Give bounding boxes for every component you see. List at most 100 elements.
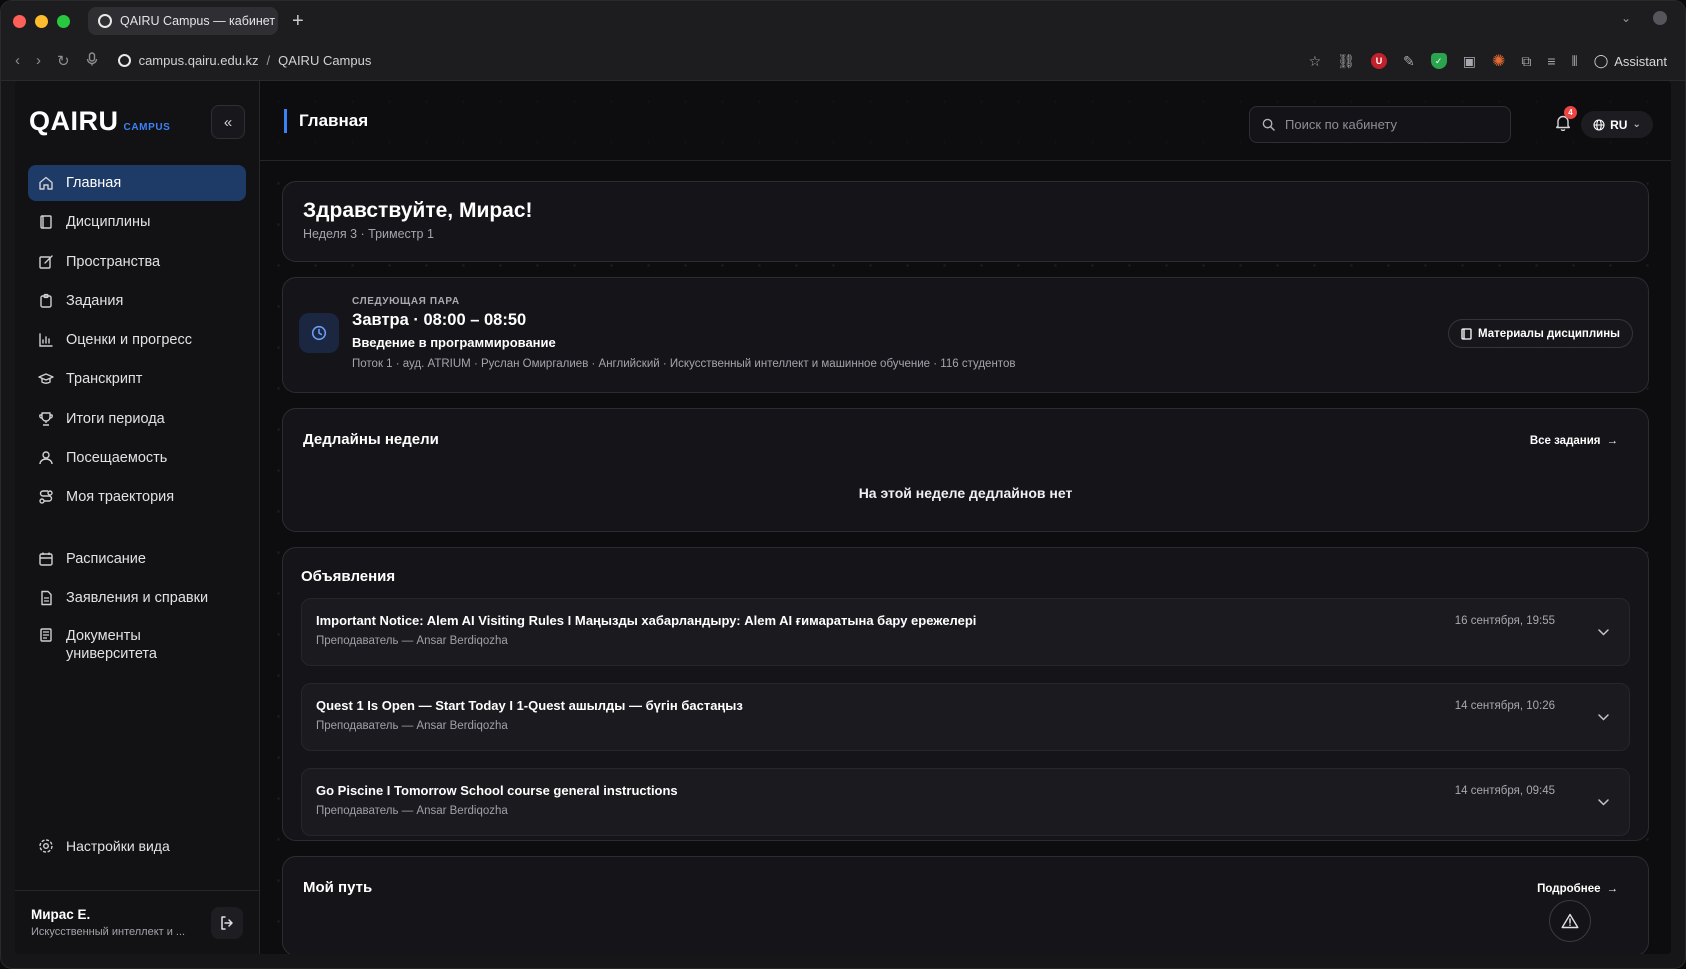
- link-icon[interactable]: ⛓: [1337, 53, 1355, 70]
- chevron-down-icon[interactable]: [1598, 793, 1609, 809]
- announcement-item[interactable]: Important Notice: Alem AI Visiting Rules…: [301, 598, 1630, 666]
- sidebar-item-label: Моя траектория: [66, 489, 175, 506]
- toolbar-extensions: ☆ ⛓ U ✎ ✓ ▣ ✺ ⧉ ≡ ⦀ ◯ Assistant: [1309, 41, 1667, 81]
- sidebar-item-label: Транскрипт: [66, 371, 143, 388]
- route-icon: [39, 490, 53, 505]
- user-name: Мирас Е.: [31, 907, 91, 922]
- next-class-label: СЛЕДУЮЩАЯ ПАРА: [352, 296, 460, 307]
- chevron-down-icon: ⌄: [1632, 119, 1641, 130]
- announcement-author: Преподаватель — Ansar Berdiqozha: [316, 805, 508, 817]
- announcements-title: Объявления: [301, 568, 396, 585]
- next-class-meta: Поток 1 · ауд. ATRIUM · Руслан Омиргалие…: [352, 358, 1016, 370]
- language-selector[interactable]: RU ⌄: [1581, 111, 1653, 138]
- announcement-date: 14 сентября, 09:45: [1454, 785, 1555, 797]
- sidebar-item-a8[interactable]: Моя траектория: [28, 479, 246, 515]
- edit-icon: [39, 254, 53, 269]
- logo-subtitle: CAMPUS: [123, 121, 171, 133]
- browser-tab-title: QAIRU Campus — кабинет с: [120, 14, 278, 28]
- assistant-button[interactable]: ◯ Assistant: [1594, 53, 1667, 69]
- sidebar-item-a2[interactable]: Пространства: [28, 244, 246, 280]
- next-class-card: СЛЕДУЮЩАЯ ПАРА Завтра · 08:00 – 08:50 Вв…: [282, 277, 1649, 393]
- main-content: Главная 4 RU ⌄ Здравствуйте, Мирас!: [260, 81, 1671, 954]
- microphone-icon[interactable]: [86, 51, 98, 70]
- site-favicon-icon: [117, 54, 131, 67]
- deadlines-empty-text: На этой неделе дедлайнов нет: [858, 485, 1073, 501]
- sidebar-item-label: Оценки и прогресс: [66, 332, 192, 349]
- sidebar-item-label: Дисциплины: [66, 214, 151, 231]
- menu-lines-icon[interactable]: ≡: [1547, 53, 1555, 69]
- browser-tab[interactable]: QAIRU Campus — кабинет с: [88, 7, 278, 35]
- double-chevron-left-icon: «: [223, 113, 233, 131]
- extension-badge-icon[interactable]: ▣: [1463, 53, 1476, 70]
- trophy-icon: [39, 412, 53, 426]
- back-icon[interactable]: ‹: [15, 52, 20, 70]
- announcement-author: Преподаватель — Ansar Berdiqozha: [316, 720, 508, 732]
- browser-tabbar: QAIRU Campus — кабинет с + ⌄: [1, 1, 1685, 41]
- next-class-time: Завтра · 08:00 – 08:50: [352, 311, 527, 329]
- clock-icon: [299, 313, 339, 353]
- announcement-item[interactable]: Quest 1 Is Open — Start Today I 1-Quest …: [301, 683, 1630, 751]
- search-icon: [1262, 118, 1275, 131]
- sidebar-item-a4[interactable]: Оценки и прогресс: [28, 322, 246, 358]
- sidebar-item-a6[interactable]: Итоги периода: [28, 401, 246, 437]
- audio-wave-icon[interactable]: ⦀: [1572, 53, 1578, 70]
- site-favicon-icon: [98, 14, 112, 28]
- sidebar-item-label: Итоги периода: [66, 410, 165, 427]
- sidebar-item-a5[interactable]: Транскрипт: [28, 361, 246, 397]
- puzzle-icon[interactable]: ⧉: [1521, 53, 1531, 70]
- sidebar-item-b2[interactable]: Документы университета: [28, 619, 246, 669]
- minimize-window-button[interactable]: [35, 14, 48, 28]
- notifications-button[interactable]: 4: [1555, 106, 1577, 134]
- bookmark-star-icon[interactable]: ☆: [1309, 53, 1322, 70]
- maximize-window-button[interactable]: [57, 14, 70, 28]
- reload-icon[interactable]: ↻: [57, 52, 70, 70]
- sidebar-item-a3[interactable]: Задания: [28, 283, 246, 319]
- user-info[interactable]: Мирас Е. Искусственный интеллект и ...: [31, 907, 196, 938]
- shield-extension-icon[interactable]: ✓: [1430, 53, 1447, 69]
- sidebar-item-a0[interactable]: Главная: [28, 165, 246, 201]
- user-block: Мирас Е. Искусственный интеллект и ...: [15, 890, 259, 954]
- new-tab-button[interactable]: +: [292, 10, 304, 33]
- bar-chart-icon: [39, 333, 53, 347]
- sidebar-nav: Главная Дисциплины Пространства Задания Оцен…: [15, 161, 259, 523]
- sidebar-item-a1[interactable]: Дисциплины: [28, 204, 246, 240]
- my-path-more-link[interactable]: Подробнее →: [1537, 883, 1618, 895]
- view-settings-label: Настройки вида: [66, 838, 170, 854]
- profile-avatar[interactable]: [1653, 11, 1667, 25]
- chevron-down-icon[interactable]: [1598, 623, 1609, 639]
- sidebar: QAIRU CAMPUS « Главная Дисциплины Простран…: [15, 81, 260, 954]
- logout-button[interactable]: [211, 906, 243, 939]
- arrow-right-icon: →: [1606, 883, 1619, 895]
- deadlines-card: Дедлайны недели Все задания → На этой не…: [282, 408, 1649, 532]
- sidebar-item-b1[interactable]: Заявления и справки: [28, 580, 246, 616]
- extension-icon[interactable]: ✎: [1403, 53, 1415, 70]
- search-box[interactable]: [1249, 106, 1511, 143]
- page-title: Главная: [284, 108, 368, 133]
- warning-triangle-icon: [1561, 913, 1579, 929]
- collapse-sidebar-button[interactable]: «: [211, 105, 245, 139]
- url-page: QAIRU Campus: [278, 53, 372, 68]
- clipboard-icon: [40, 293, 52, 308]
- view-settings-button[interactable]: Настройки вида: [28, 828, 180, 864]
- search-input[interactable]: [1285, 117, 1485, 132]
- course-materials-label: Материалы дисциплины: [1478, 327, 1620, 340]
- chevron-down-icon[interactable]: [1598, 708, 1609, 724]
- report-issue-button[interactable]: [1549, 900, 1591, 942]
- all-assignments-link[interactable]: Все задания →: [1530, 435, 1618, 447]
- close-window-button[interactable]: [13, 14, 26, 28]
- address-bar[interactable]: campus.qairu.edu.kz / QAIRU Campus: [117, 53, 372, 68]
- greeting-card: Здравствуйте, Мирас! Неделя 3 · Триместр…: [282, 181, 1649, 262]
- graduation-cap-icon: [38, 373, 54, 385]
- forward-icon[interactable]: ›: [36, 52, 41, 70]
- announcement-item[interactable]: Go Piscine I Tomorrow School course gene…: [301, 768, 1630, 836]
- sidebar-item-b0[interactable]: Расписание: [28, 541, 246, 577]
- ublock-extension-icon[interactable]: U: [1370, 53, 1387, 69]
- user-program: Искусственный интеллект и ...: [31, 926, 186, 938]
- next-class-body: СЛЕДУЮЩАЯ ПАРА Завтра · 08:00 – 08:50 Вв…: [352, 296, 1015, 374]
- sparkle-extension-icon[interactable]: ✺: [1492, 51, 1505, 71]
- course-materials-button[interactable]: Материалы дисциплины: [1448, 319, 1633, 348]
- my-path-title: Мой путь: [303, 879, 373, 896]
- logo[interactable]: QAIRU: [29, 106, 119, 137]
- chevron-down-icon[interactable]: ⌄: [1621, 11, 1631, 25]
- sidebar-item-a7[interactable]: Посещаемость: [28, 440, 246, 476]
